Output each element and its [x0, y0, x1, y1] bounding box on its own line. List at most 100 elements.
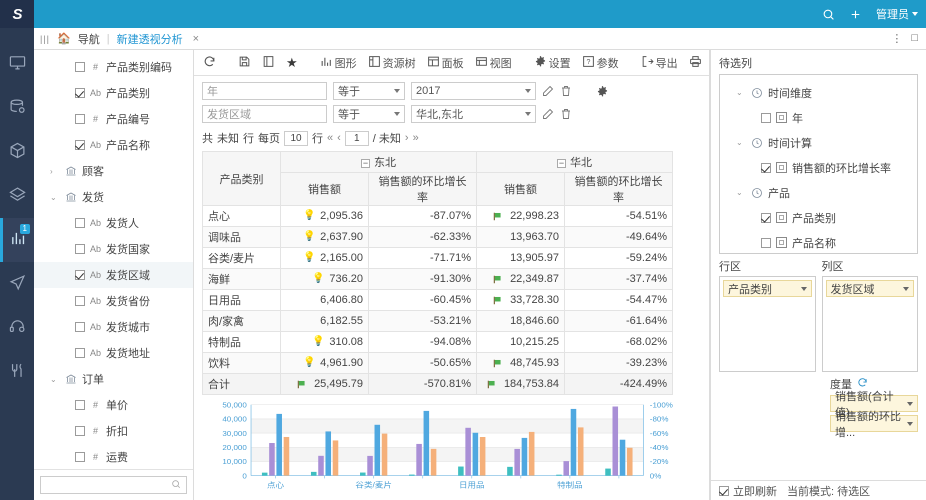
tree-field-单价[interactable]: # 单价: [34, 392, 193, 418]
available-field-产品名称[interactable]: 产品名称: [720, 230, 917, 253]
chart-bar[interactable]: [570, 408, 577, 476]
pivot-measure-header-0[interactable]: 销售额: [280, 172, 369, 206]
pivot-cell-ne-growth[interactable]: -60.45%: [368, 289, 477, 311]
chart-bar[interactable]: [458, 466, 464, 476]
row-zone-body[interactable]: 产品类别: [719, 276, 816, 372]
chart-bar[interactable]: [577, 427, 584, 476]
plus-icon[interactable]: [849, 8, 862, 21]
save-button[interactable]: [235, 53, 254, 73]
tree-field-折扣[interactable]: # 折扣: [34, 418, 193, 444]
tree-field-checkbox[interactable]: [75, 348, 85, 358]
chart-bar[interactable]: [360, 472, 366, 476]
collapse-icon[interactable]: −: [361, 158, 370, 168]
kebab-menu-icon[interactable]: ⋮: [891, 32, 902, 45]
pivot-cell-ne-sales[interactable]: 💡 4,961.90: [280, 352, 369, 374]
tree-field-发货人[interactable]: Ab 发货人: [34, 210, 193, 236]
tree-field-产品编号[interactable]: # 产品编号: [34, 106, 193, 132]
rail-item-tools[interactable]: [0, 350, 34, 394]
tree-field-发货国家[interactable]: Ab 发货国家: [34, 236, 193, 262]
print-button[interactable]: [686, 53, 705, 73]
tree-field-产品名称[interactable]: Ab 产品名称: [34, 132, 193, 158]
chart-bar[interactable]: [269, 443, 275, 476]
rail-item-send[interactable]: [0, 262, 34, 306]
tree-field-产品类别编码[interactable]: # 产品类别编码: [34, 54, 193, 80]
pivot-cell-nc-sales[interactable]: 184,753.84: [476, 373, 565, 395]
pivot-cell-ne-growth[interactable]: -570.81%: [368, 373, 477, 395]
pivot-cell-ne-sales[interactable]: 25,495.79: [280, 373, 369, 395]
chart-bar[interactable]: [521, 437, 528, 476]
grip-icon[interactable]: |||: [40, 34, 50, 44]
available-field-checkbox[interactable]: [761, 162, 771, 173]
pivot-measure-header-1[interactable]: 销售额的环比增长率: [368, 172, 477, 206]
tree-field-checkbox[interactable]: [75, 244, 85, 254]
refresh-button[interactable]: [200, 53, 219, 73]
pivot-cell-nc-growth[interactable]: -61.64%: [564, 310, 673, 332]
table-row[interactable]: 肉/家禽 6,182.55 -53.21% 18,846.60 -61.64%: [202, 310, 673, 332]
pivot-cell-ne-growth[interactable]: -91.30%: [368, 268, 477, 290]
tree-field-发货区域[interactable]: Ab 发货区域: [34, 262, 193, 288]
chart-bar[interactable]: [612, 406, 619, 476]
trash-icon[interactable]: [560, 108, 572, 120]
chart-area[interactable]: 0 0% 10,000 -20% 20,000 -40% 30,000 -60% 40,000 -…: [194, 395, 709, 500]
available-field-年[interactable]: 年: [720, 105, 917, 130]
tree-field-发货省份[interactable]: Ab 发货省份: [34, 288, 193, 314]
rail-item-layers[interactable]: [0, 174, 34, 218]
chart-bar[interactable]: [374, 424, 381, 476]
field-tree-list[interactable]: # 产品类别编码 Ab 产品类别 # 产品编号 Ab 产品名称 › 顾客 ⌄ 发货 Ab 发货人 Ab 发货国…: [34, 50, 193, 469]
pivot-cell-ne-growth[interactable]: -53.21%: [368, 310, 477, 332]
pivot-cell-nc-sales[interactable]: 18,846.60: [476, 310, 565, 332]
pager-prev-button[interactable]: ‹: [337, 132, 341, 144]
pivot-cell-ne-sales[interactable]: 💡 2,095.36: [280, 205, 369, 227]
chevron-icon[interactable]: ⌄: [50, 193, 60, 202]
chevron-icon[interactable]: ⌄: [736, 88, 746, 97]
pivot-cell-ne-sales[interactable]: 💡 2,637.90: [280, 226, 369, 248]
pivot-cell-nc-growth[interactable]: -59.24%: [564, 247, 673, 269]
row-zone-pill-0[interactable]: 产品类别: [723, 280, 812, 297]
chart-bar[interactable]: [310, 471, 317, 476]
tree-field-checkbox[interactable]: [75, 62, 85, 72]
rail-item-cube[interactable]: [0, 130, 34, 174]
pencil-icon[interactable]: [542, 85, 554, 97]
pivot-cell-ne-sales[interactable]: 💡 2,165.00: [280, 247, 369, 269]
tree-field-checkbox[interactable]: [75, 88, 85, 98]
available-field-checkbox[interactable]: [761, 237, 771, 248]
pivot-cell-nc-growth[interactable]: -68.02%: [564, 331, 673, 353]
pivot-cell-nc-sales[interactable]: 22,349.87: [476, 268, 565, 290]
pivot-cell-nc-sales[interactable]: 13,905.97: [476, 247, 565, 269]
auto-refresh-checkbox[interactable]: [719, 485, 729, 496]
favorite-button[interactable]: ★: [283, 53, 301, 73]
trash-icon[interactable]: [560, 85, 572, 97]
available-group-时间计算[interactable]: ⌄ 时间计算: [720, 130, 917, 155]
available-field-产品类别[interactable]: 产品类别: [720, 205, 917, 230]
tree-field-checkbox[interactable]: [75, 114, 85, 124]
chart-bar[interactable]: [627, 447, 633, 476]
tree-field-checkbox[interactable]: [75, 322, 85, 332]
chart-bar[interactable]: [381, 433, 388, 476]
table-row[interactable]: 日用品 6,406.80 -60.45% 33,728.30 -54.47%: [202, 289, 673, 311]
filter-field-input-0[interactable]: 年: [202, 82, 327, 100]
pivot-cell-ne-growth[interactable]: -50.65%: [368, 352, 477, 374]
pivot-cell-nc-sales[interactable]: 22,998.23: [476, 205, 565, 227]
pager-last-button[interactable]: »: [413, 132, 419, 144]
chart-bar[interactable]: [416, 443, 422, 476]
available-columns-box[interactable]: ⌄ 时间维度年 ⌄ 时间计算 销售额的环比增长率 ⌄ 产品 产品类别 产品名称: [719, 74, 918, 254]
available-columns-list[interactable]: ⌄ 时间维度年 ⌄ 时间计算 销售额的环比增长率 ⌄ 产品 产品类别 产品名称: [720, 75, 917, 253]
chart-bar[interactable]: [261, 472, 268, 476]
filter-operator-select-1[interactable]: 等于: [333, 105, 405, 123]
resource-tree-button[interactable]: 资源树: [365, 53, 419, 73]
settings-button[interactable]: 设置: [531, 53, 574, 73]
pivot-measure-header-3[interactable]: 销售额的环比增长率: [564, 172, 673, 206]
chart-bar[interactable]: [465, 427, 471, 476]
pivot-cell-ne-growth[interactable]: -71.71%: [368, 247, 477, 269]
pager-current-page-input[interactable]: 1: [344, 130, 369, 146]
chevron-icon[interactable]: ⌄: [736, 138, 746, 147]
rail-item-support[interactable]: [0, 306, 34, 350]
nav-label[interactable]: 导航: [78, 31, 100, 47]
filter-value-select-0[interactable]: 2017: [411, 82, 536, 100]
export-button[interactable]: 导出: [638, 53, 681, 73]
pivot-cell-nc-sales[interactable]: 10,215.25: [476, 331, 565, 353]
chart-bar[interactable]: [318, 455, 324, 476]
search-input[interactable]: [40, 476, 187, 494]
pivot-corner-header[interactable]: 产品类别: [202, 151, 281, 206]
tree-group-订单[interactable]: ⌄ 订单: [34, 366, 193, 392]
